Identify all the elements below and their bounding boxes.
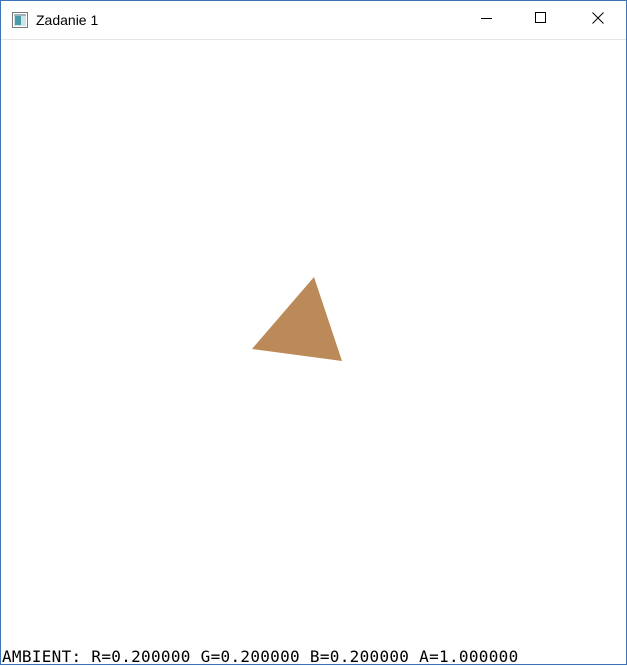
app-window: Zadanie 1 AMBIENT: R=0.200000 G=0.200000… [0,0,627,665]
close-icon [592,11,604,29]
minimize-button[interactable] [464,1,510,39]
maximize-icon [535,11,547,29]
window-title: Zadanie 1 [36,12,99,28]
app-window-icon[interactable] [12,12,28,28]
opengl-viewport[interactable]: AMBIENT: R=0.200000 G=0.200000 B=0.20000… [1,40,626,666]
maximize-button[interactable] [518,1,564,39]
lit-triangle [252,277,342,361]
minimize-icon [481,11,493,29]
scene-canvas [252,277,342,361]
title-bar[interactable]: Zadanie 1 [1,1,626,40]
close-button[interactable] [575,1,621,39]
ambient-light-readout: AMBIENT: R=0.200000 G=0.200000 B=0.20000… [2,647,519,666]
